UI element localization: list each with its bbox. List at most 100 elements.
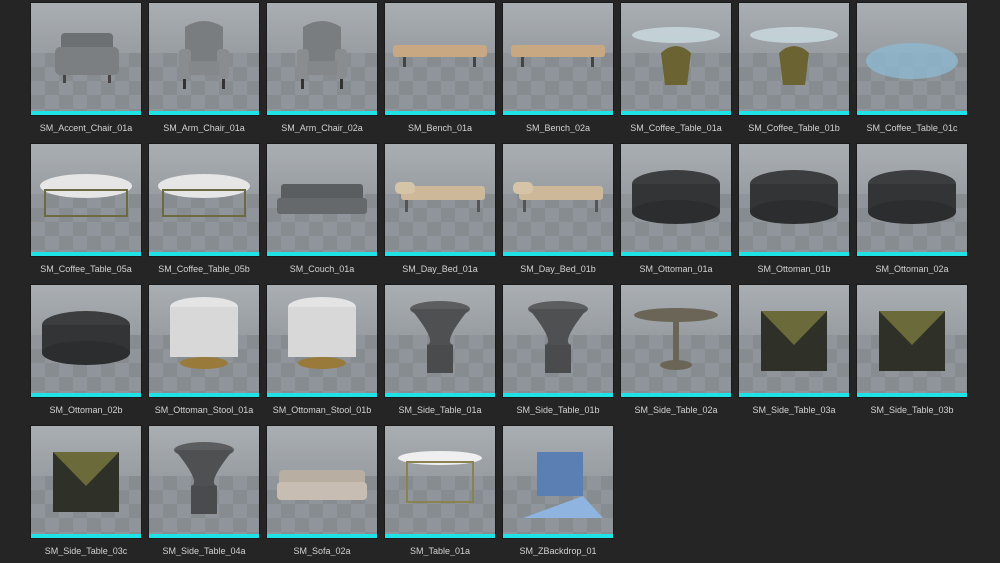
asset-type-color-bar [621, 393, 731, 397]
asset-tile[interactable]: SM_Coffee_Table_05b [149, 144, 259, 280]
asset-thumbnail[interactable] [503, 144, 613, 256]
round-coffee-table-icon [40, 174, 132, 217]
asset-label: SM_Side_Table_04a [162, 546, 246, 556]
asset-tile[interactable]: SM_Table_01a [385, 426, 495, 562]
day-bed-icon [513, 182, 603, 212]
asset-type-color-bar [267, 534, 377, 538]
asset-thumbnail[interactable] [385, 426, 495, 538]
asset-type-color-bar [739, 111, 849, 115]
asset-type-color-bar [385, 252, 495, 256]
cube-table-icon [879, 311, 945, 371]
asset-tile[interactable]: SM_Day_Bed_01a [385, 144, 495, 280]
asset-thumbnail[interactable] [31, 285, 141, 397]
asset-thumbnail[interactable] [267, 144, 377, 256]
asset-tile[interactable]: SM_Ottoman_01b [739, 144, 849, 280]
asset-type-color-bar [503, 111, 613, 115]
asset-tile[interactable]: SM_Side_Table_03b [857, 285, 967, 421]
bench-icon [393, 45, 487, 67]
asset-tile[interactable]: SM_Side_Table_03c [31, 426, 141, 562]
ottoman-icon [750, 170, 838, 224]
asset-tile[interactable]: SM_Couch_01a [267, 144, 377, 280]
asset-thumbnail[interactable] [149, 285, 259, 397]
asset-tile[interactable]: SM_Side_Table_03a [739, 285, 849, 421]
asset-tile[interactable]: SM_Bench_02a [503, 3, 613, 139]
asset-thumbnail[interactable] [31, 426, 141, 538]
asset-label: SM_Ottoman_Stool_01b [272, 405, 372, 415]
asset-label: SM_Day_Bed_01a [402, 264, 478, 274]
asset-thumbnail[interactable] [385, 144, 495, 256]
asset-type-color-bar [149, 534, 259, 538]
glass-table-top-icon [866, 43, 958, 79]
accent-chair-icon [55, 33, 119, 83]
asset-thumbnail[interactable] [385, 3, 495, 115]
asset-thumbnail[interactable] [621, 285, 731, 397]
arm-chair-icon [179, 21, 229, 89]
asset-thumbnail[interactable] [385, 285, 495, 397]
asset-label: SM_Side_Table_01a [398, 405, 482, 415]
asset-thumbnail[interactable] [503, 426, 613, 538]
asset-thumbnail[interactable] [503, 285, 613, 397]
asset-label: SM_Ottoman_02a [875, 264, 949, 274]
asset-tile[interactable]: SM_ZBackdrop_01 [503, 426, 613, 562]
asset-label: SM_Ottoman_01a [639, 264, 713, 274]
asset-type-color-bar [503, 393, 613, 397]
asset-type-color-bar [149, 111, 259, 115]
asset-type-color-bar [31, 393, 141, 397]
asset-tile[interactable]: SM_Ottoman_02b [31, 285, 141, 421]
asset-label: SM_Sofa_02a [293, 546, 351, 556]
asset-type-color-bar [267, 111, 377, 115]
coffee-table-icon [750, 27, 838, 85]
asset-tile[interactable]: SM_Bench_01a [385, 3, 495, 139]
asset-thumbnail[interactable] [739, 3, 849, 115]
asset-tile[interactable]: SM_Side_Table_01b [503, 285, 613, 421]
backdrop-icon [523, 452, 603, 518]
side-table-icon [410, 301, 470, 373]
asset-type-color-bar [149, 252, 259, 256]
asset-thumbnail[interactable] [267, 426, 377, 538]
asset-tile[interactable]: SM_Sofa_02a [267, 426, 377, 562]
asset-tile[interactable]: SM_Ottoman_Stool_01b [267, 285, 377, 421]
asset-thumbnail[interactable] [621, 144, 731, 256]
asset-tile[interactable]: SM_Arm_Chair_02a [267, 3, 377, 139]
asset-tile[interactable]: SM_Coffee_Table_01a [621, 3, 731, 139]
asset-label: SM_Coffee_Table_01a [630, 123, 722, 133]
asset-thumbnail[interactable] [503, 3, 613, 115]
asset-tile[interactable]: SM_Accent_Chair_01a [31, 3, 141, 139]
asset-thumbnail[interactable] [621, 3, 731, 115]
asset-thumbnail[interactable] [149, 426, 259, 538]
asset-thumbnail[interactable] [267, 3, 377, 115]
round-coffee-table-icon [158, 174, 250, 217]
asset-thumbnail[interactable] [857, 3, 967, 115]
asset-tile[interactable]: SM_Side_Table_01a [385, 285, 495, 421]
asset-type-color-bar [621, 111, 731, 115]
asset-tile[interactable]: SM_Side_Table_04a [149, 426, 259, 562]
asset-thumbnail[interactable] [31, 3, 141, 115]
asset-label: SM_Side_Table_03b [870, 405, 954, 415]
asset-type-color-bar [31, 111, 141, 115]
asset-type-color-bar [857, 111, 967, 115]
asset-thumbnail[interactable] [857, 285, 967, 397]
asset-tile[interactable]: SM_Coffee_Table_01c [857, 3, 967, 139]
asset-tile[interactable]: SM_Arm_Chair_01a [149, 3, 259, 139]
asset-type-color-bar [857, 252, 967, 256]
sofa-icon [277, 470, 367, 500]
asset-type-color-bar [267, 252, 377, 256]
asset-tile[interactable]: SM_Day_Bed_01b [503, 144, 613, 280]
asset-label: SM_Coffee_Table_05b [158, 264, 250, 274]
asset-tile[interactable]: SM_Ottoman_02a [857, 144, 967, 280]
asset-tile[interactable]: SM_Side_Table_02a [621, 285, 731, 421]
asset-thumbnail[interactable] [739, 285, 849, 397]
asset-thumbnail[interactable] [267, 285, 377, 397]
ottoman-icon [868, 170, 956, 224]
asset-thumbnail[interactable] [31, 144, 141, 256]
asset-label: SM_Side_Table_03a [752, 405, 836, 415]
asset-thumbnail[interactable] [149, 144, 259, 256]
asset-thumbnail[interactable] [857, 144, 967, 256]
asset-tile[interactable]: SM_Ottoman_Stool_01a [149, 285, 259, 421]
asset-thumbnail[interactable] [739, 144, 849, 256]
asset-thumbnail[interactable] [149, 3, 259, 115]
asset-tile[interactable]: SM_Coffee_Table_01b [739, 3, 849, 139]
asset-tile[interactable]: SM_Ottoman_01a [621, 144, 731, 280]
asset-type-color-bar [385, 393, 495, 397]
asset-tile[interactable]: SM_Coffee_Table_05a [31, 144, 141, 280]
